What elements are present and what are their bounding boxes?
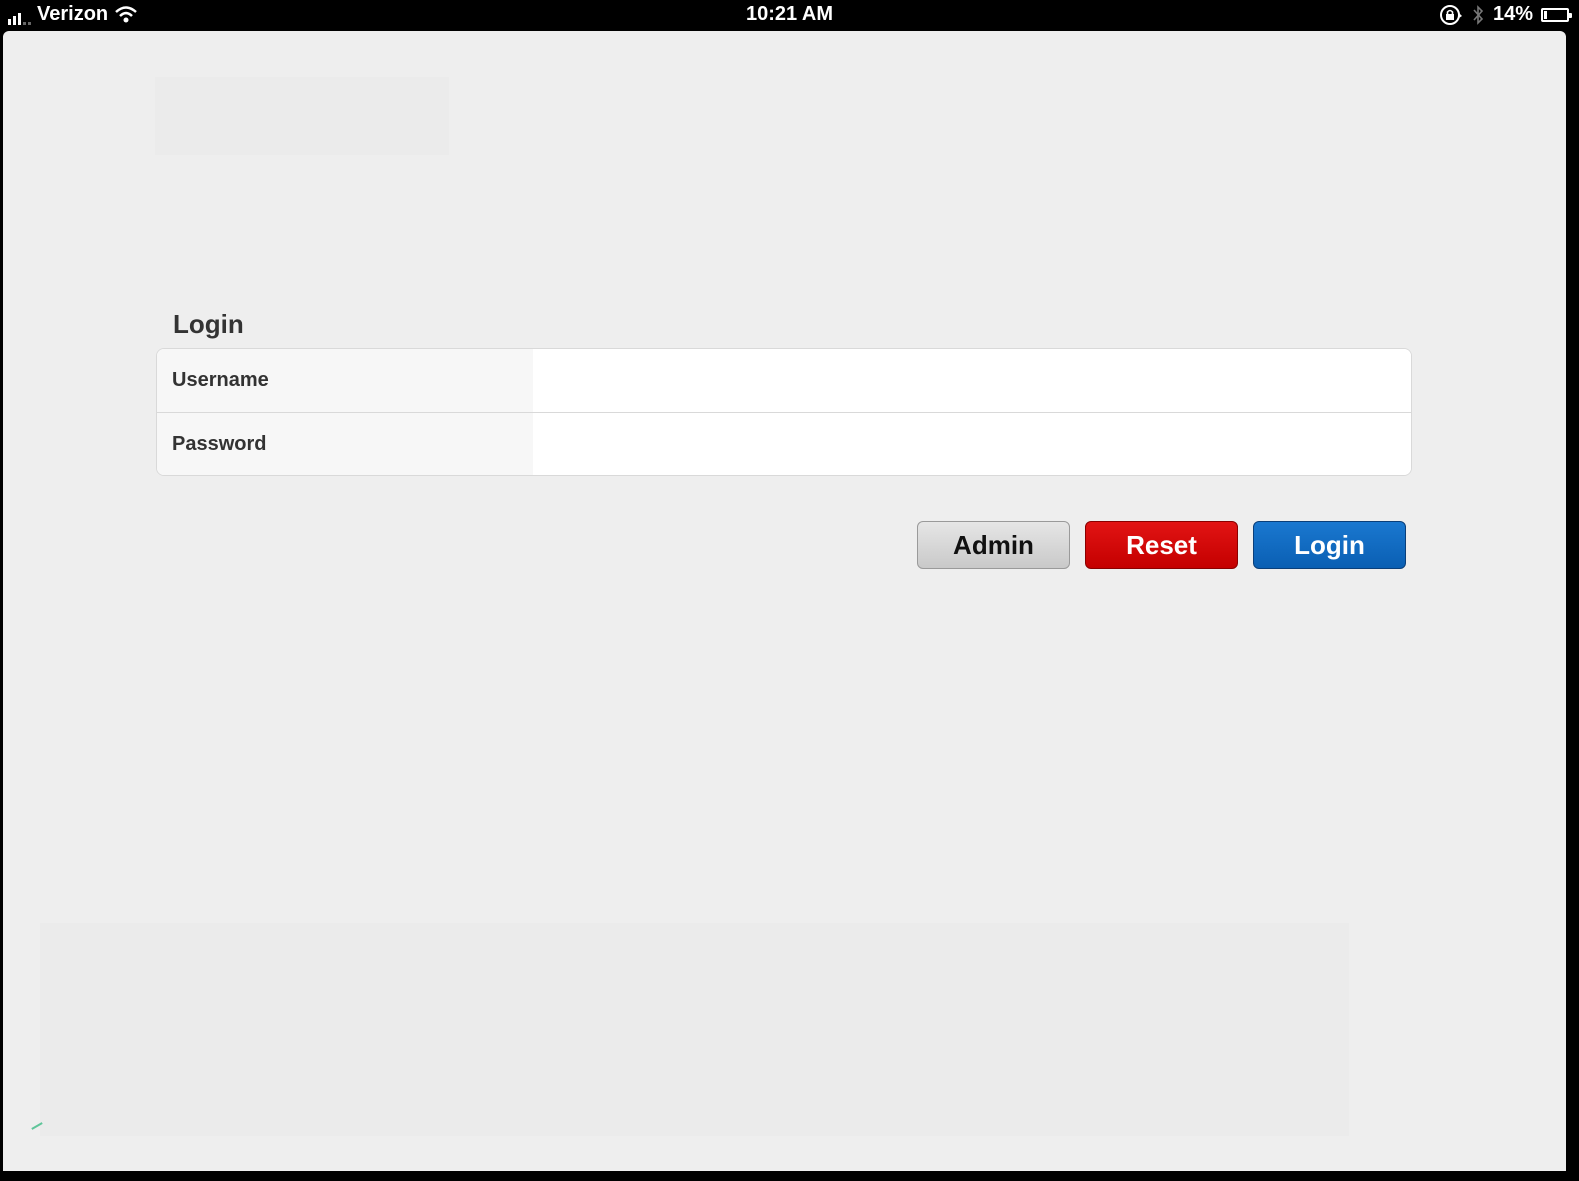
password-input[interactable] <box>533 413 1411 475</box>
password-label: Password <box>157 413 533 475</box>
username-row: Username <box>157 349 1411 413</box>
logo-placeholder <box>155 77 449 155</box>
admin-button[interactable]: Admin <box>917 521 1070 569</box>
rotation-lock-icon <box>1439 4 1462 25</box>
clock: 10:21 AM <box>745 3 834 25</box>
battery-percent: 14% <box>1492 3 1533 25</box>
status-right: 14% <box>1439 3 1572 26</box>
login-heading: Login <box>173 309 244 339</box>
reset-button[interactable]: Reset <box>1085 521 1238 569</box>
login-form: Username Password <box>156 348 1412 476</box>
status-bar: Verizon 10:21 AM 14% <box>0 0 1579 31</box>
app-screen: Login Username Password Admin Reset Logi… <box>3 31 1566 1171</box>
login-button[interactable]: Login <box>1253 521 1406 569</box>
footer-placeholder <box>40 923 1349 1136</box>
battery-icon <box>1541 7 1572 22</box>
username-input[interactable] <box>533 349 1411 412</box>
password-row: Password <box>157 413 1411 475</box>
username-label: Username <box>157 349 533 412</box>
bluetooth-icon <box>1473 4 1484 25</box>
